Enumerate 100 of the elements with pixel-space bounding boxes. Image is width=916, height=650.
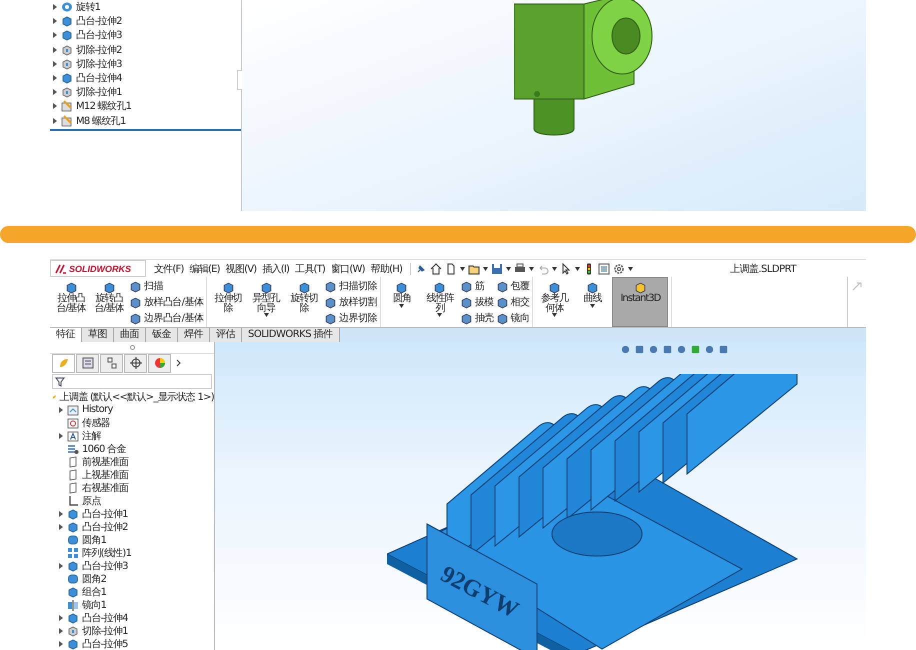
- tree-item-label[interactable]: 旋转1: [76, 0, 100, 14]
- expand-arrow-icon[interactable]: [52, 46, 58, 53]
- tree-item-label[interactable]: M12 螺纹孔1: [76, 99, 132, 114]
- ribbon-small-button[interactable]: 放样切割: [324, 294, 377, 310]
- tree-item-label[interactable]: 圆角2: [82, 572, 106, 586]
- caret-icon[interactable]: [437, 313, 442, 317]
- tree-item-label[interactable]: 圆角1: [82, 532, 106, 546]
- tree-item-label[interactable]: 传感器: [82, 416, 110, 430]
- ribbon-small-button[interactable]: 抽壳: [460, 310, 494, 326]
- expand-arrow-icon[interactable]: [58, 628, 64, 634]
- caret-icon[interactable]: [590, 304, 595, 308]
- tree-item-label[interactable]: 凸台-拉伸2: [76, 14, 122, 28]
- tree-item-label[interactable]: 原点: [82, 494, 101, 508]
- menu-item[interactable]: 窗口(W): [331, 262, 365, 276]
- caret-icon[interactable]: [529, 266, 534, 270]
- tree-item-label[interactable]: 凸台-拉伸3: [76, 28, 122, 42]
- tree-item-label[interactable]: 右视基准面: [82, 480, 129, 494]
- ribbon-small-button[interactable]: 扫描: [129, 278, 204, 294]
- expand-arrow-icon[interactable]: [58, 524, 64, 530]
- expand-arrow-icon[interactable]: [58, 640, 64, 646]
- tree-item-label[interactable]: 切除-拉伸3: [76, 56, 122, 71]
- tree-root-label[interactable]: 上调盖 (默认<<默认>_显示状态 1>): [60, 390, 214, 404]
- menu-item[interactable]: 文件(F): [154, 262, 184, 276]
- menu-item[interactable]: 插入(I): [262, 262, 290, 276]
- list-icon[interactable]: [598, 262, 610, 274]
- ribbon-button[interactable]: 异型孔向导: [248, 277, 284, 327]
- menu-item[interactable]: 工具(T): [295, 262, 326, 276]
- menu-item[interactable]: 帮助(H): [370, 262, 402, 276]
- ribbon-small-button[interactable]: 镜向: [496, 310, 530, 326]
- caret-icon[interactable]: [552, 313, 557, 317]
- ribbon-button[interactable]: 旋转切除: [286, 277, 322, 327]
- tree-item-label[interactable]: 1060 合金: [82, 442, 126, 456]
- caret-icon[interactable]: [575, 266, 580, 270]
- ribbon-button[interactable]: 拉伸切除: [210, 277, 246, 327]
- filter-field[interactable]: [52, 374, 212, 390]
- caret-icon[interactable]: [399, 304, 404, 308]
- print-icon[interactable]: [514, 262, 526, 274]
- caret-icon[interactable]: [264, 313, 269, 317]
- ribbon-tab[interactable]: 特征: [50, 328, 82, 342]
- ribbon-button[interactable]: 曲线: [574, 277, 610, 327]
- ribbon-button[interactable]: Instant3D: [612, 277, 668, 327]
- tree-item-label[interactable]: 切除-拉伸1: [82, 624, 128, 638]
- ribbon-small-button[interactable]: 相交: [496, 294, 530, 310]
- save-icon[interactable]: [491, 262, 504, 274]
- ribbon-small-button[interactable]: 扫描切除: [324, 278, 377, 294]
- panel-tab[interactable]: [124, 354, 147, 373]
- pin-icon[interactable]: [415, 262, 428, 274]
- home-icon[interactable]: [430, 262, 442, 274]
- ribbon-small-button[interactable]: 放样凸台/基体: [129, 294, 204, 310]
- menu-item[interactable]: 视图(V): [226, 262, 256, 276]
- settings-icon[interactable]: [613, 262, 626, 274]
- ribbon-button[interactable]: 参考几何体: [536, 277, 572, 327]
- expand-arrow-icon[interactable]: [52, 118, 58, 124]
- tree-item-label[interactable]: 凸台-拉伸1: [82, 506, 128, 520]
- ribbon-button[interactable]: 拉伸凸台/基体: [53, 277, 89, 327]
- expand-arrow-icon[interactable]: [58, 614, 64, 620]
- panel-tab[interactable]: [76, 354, 99, 373]
- open-folder-icon[interactable]: [468, 262, 480, 274]
- tree-item-label[interactable]: 阵列(线性)1: [82, 546, 132, 560]
- tree-item-label[interactable]: 凸台-拉伸3: [82, 558, 128, 572]
- expand-arrow-icon[interactable]: [52, 32, 58, 38]
- ribbon-button[interactable]: 线性阵列: [422, 277, 458, 327]
- ribbon-tab[interactable]: 曲面: [114, 328, 146, 342]
- ribbon-button[interactable]: 圆角: [384, 277, 420, 327]
- tree-item-label[interactable]: 镜向1: [82, 598, 106, 612]
- tree-item-label[interactable]: 上视基准面: [82, 468, 129, 482]
- tree-item-label[interactable]: 凸台-拉伸2: [82, 520, 128, 534]
- expand-arrow-icon[interactable]: [52, 60, 58, 67]
- ribbon-tab[interactable]: 钣金: [146, 328, 178, 342]
- ribbon-button[interactable]: 旋转凸台/基体: [91, 277, 127, 327]
- panel-tab[interactable]: [100, 354, 123, 373]
- tree-item-label[interactable]: 凸台-拉伸4: [82, 610, 128, 624]
- ribbon-small-button[interactable]: 边界凸台/基体: [129, 310, 204, 326]
- tree-item-label[interactable]: 凸台-拉伸4: [76, 71, 122, 86]
- ribbon-tab[interactable]: 焊件: [178, 328, 210, 342]
- expand-arrow-icon[interactable]: [52, 18, 58, 24]
- expand-arrow-icon[interactable]: [58, 510, 64, 516]
- tree-item-label[interactable]: 组合1: [82, 584, 106, 598]
- splitter-handle-icon[interactable]: [130, 344, 134, 350]
- tree-item-label[interactable]: 切除-拉伸1: [76, 85, 122, 100]
- tree-item-label[interactable]: History: [82, 404, 113, 416]
- expand-arrow-icon[interactable]: [52, 103, 58, 110]
- chevron-right-icon[interactable]: [176, 359, 182, 368]
- ribbon-small-button[interactable]: 包覆: [496, 278, 530, 294]
- ribbon-tab[interactable]: 草图: [82, 328, 114, 342]
- expand-arrow-icon[interactable]: [58, 562, 64, 568]
- tree-item-label[interactable]: 凸台-拉伸5: [82, 636, 128, 650]
- ribbon-tab[interactable]: 评估: [210, 328, 242, 342]
- tree-item-label[interactable]: 注解: [82, 428, 101, 442]
- expand-arrow-icon[interactable]: [52, 4, 58, 10]
- ribbon-small-button[interactable]: 边界切除: [324, 310, 377, 326]
- caret-icon[interactable]: [460, 266, 466, 270]
- ribbon-small-button[interactable]: 拔模: [460, 294, 494, 310]
- expand-arrow-icon[interactable]: [58, 406, 64, 413]
- cursor-icon[interactable]: [560, 262, 572, 274]
- tree-item-label[interactable]: M8 螺纹孔1: [76, 114, 126, 128]
- expand-arrow-icon[interactable]: [52, 75, 58, 82]
- caret-icon[interactable]: [628, 266, 634, 270]
- expand-arrow-icon[interactable]: [58, 432, 64, 438]
- expand-arrow-icon[interactable]: [52, 89, 58, 96]
